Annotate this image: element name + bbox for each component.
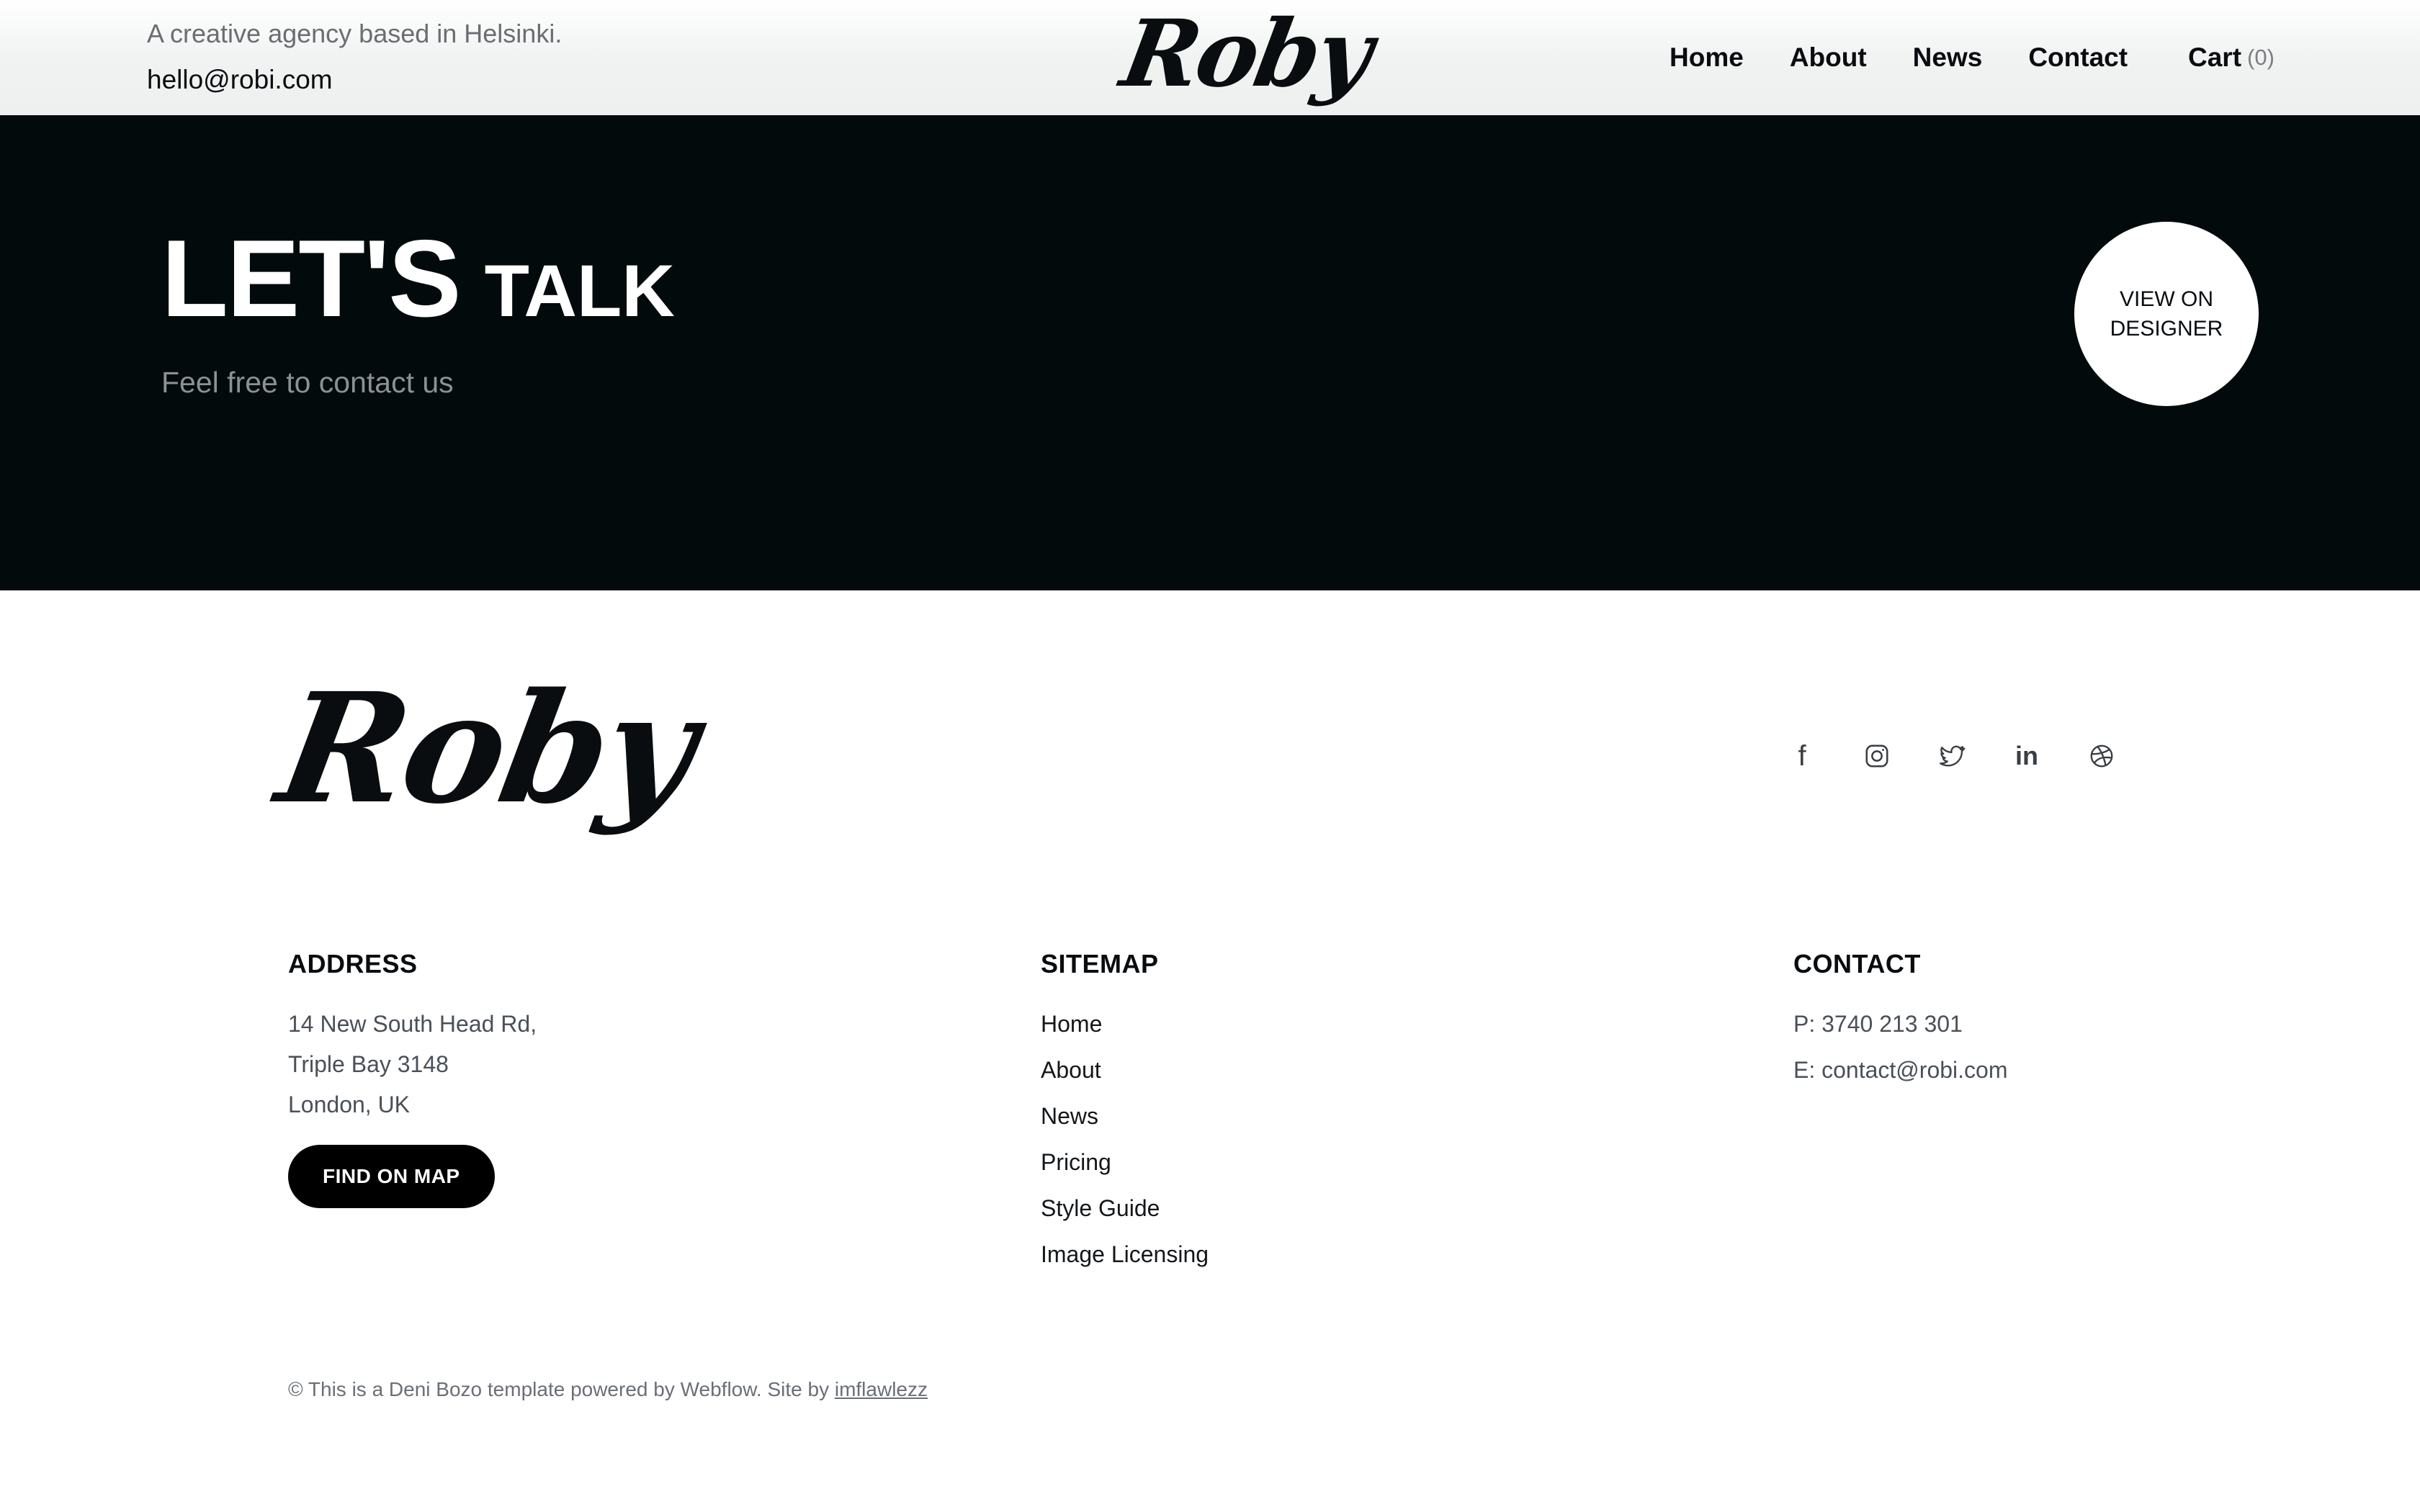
instagram-icon[interactable] [1860,739,1894,773]
nav-contact[interactable]: Contact [2028,42,2128,73]
social-links: f in [1785,739,2159,773]
hero-subtitle: Feel free to contact us [161,366,454,399]
sitemap-link-about[interactable]: About [1041,1047,1209,1093]
hero-section: LET'S TALK Feel free to contact us VIEW … [0,115,2420,590]
contact-column: CONTACT P: 3740 213 301 E: contact@robi.… [1793,949,2007,1093]
cart-count: (0) [2247,45,2275,70]
main-nav: Home About News Contact [1670,40,2174,75]
cart-label: Cart [2188,42,2242,72]
hero-title-light: TALK [484,250,675,332]
facebook-icon[interactable]: f [1785,739,1819,773]
sitemap-link-image-licensing[interactable]: Image Licensing [1041,1231,1209,1277]
nav-about[interactable]: About [1790,42,1867,73]
sitemap-link-style-guide[interactable]: Style Guide [1041,1185,1209,1231]
sitemap-heading: SITEMAP [1041,949,1159,978]
contact-heading: CONTACT [1793,949,1921,978]
sitemap-link-pricing[interactable]: Pricing [1041,1139,1209,1185]
address-line: Triple Bay 3148 [288,1051,449,1077]
address-column: ADDRESS 14 New South Head Rd, Triple Bay… [288,949,537,1208]
copyright-notice: © This is a Deni Bozo template powered b… [288,1378,928,1401]
twitter-icon[interactable] [1935,739,1969,773]
sitemap-link-news[interactable]: News [1041,1093,1209,1139]
header-email-link[interactable]: hello@robi.com [147,65,333,95]
contact-email-link[interactable]: E: contact@robi.com [1793,1047,2007,1093]
sitemap-column: SITEMAP Home About News Pricing Style Gu… [1041,949,1209,1277]
copyright-text: © This is a Deni Bozo template powered b… [288,1378,830,1400]
sitemap-link-home[interactable]: Home [1041,1001,1209,1047]
hero-title: LET'S TALK [161,216,675,342]
dribbble-icon[interactable] [2084,739,2119,773]
cart-link[interactable]: Cart (0) [2188,40,2275,75]
linkedin-icon[interactable]: in [2009,739,2044,773]
address-line: 14 New South Head Rd, [288,1011,537,1037]
view-on-designer-button[interactable]: VIEW ON DESIGNER [2074,222,2259,406]
contact-phone-link[interactable]: P: 3740 213 301 [1793,1001,2007,1047]
site-header: A creative agency based in Helsinki. hel… [0,0,2420,115]
find-on-map-button[interactable]: FIND ON MAP [288,1145,495,1208]
nav-home[interactable]: Home [1670,42,1744,73]
hero-title-bold: LET'S [161,217,462,340]
header-tagline: A creative agency based in Helsinki. [147,19,563,48]
contact-list: P: 3740 213 301 E: contact@robi.com [1793,1001,2007,1093]
header-logo[interactable]: Roby [1114,0,1378,108]
address-line: London, UK [288,1092,411,1117]
view-on-designer-label: VIEW ON DESIGNER [2110,287,2223,341]
page: A creative agency based in Helsinki. hel… [0,0,2420,1512]
address-heading: ADDRESS [288,949,418,978]
footer-logo[interactable]: Roby [266,660,707,837]
credit-link[interactable]: imflawlezz [835,1378,928,1400]
nav-news[interactable]: News [1913,42,1983,73]
sitemap-list: Home About News Pricing Style Guide Imag… [1041,1001,1209,1277]
